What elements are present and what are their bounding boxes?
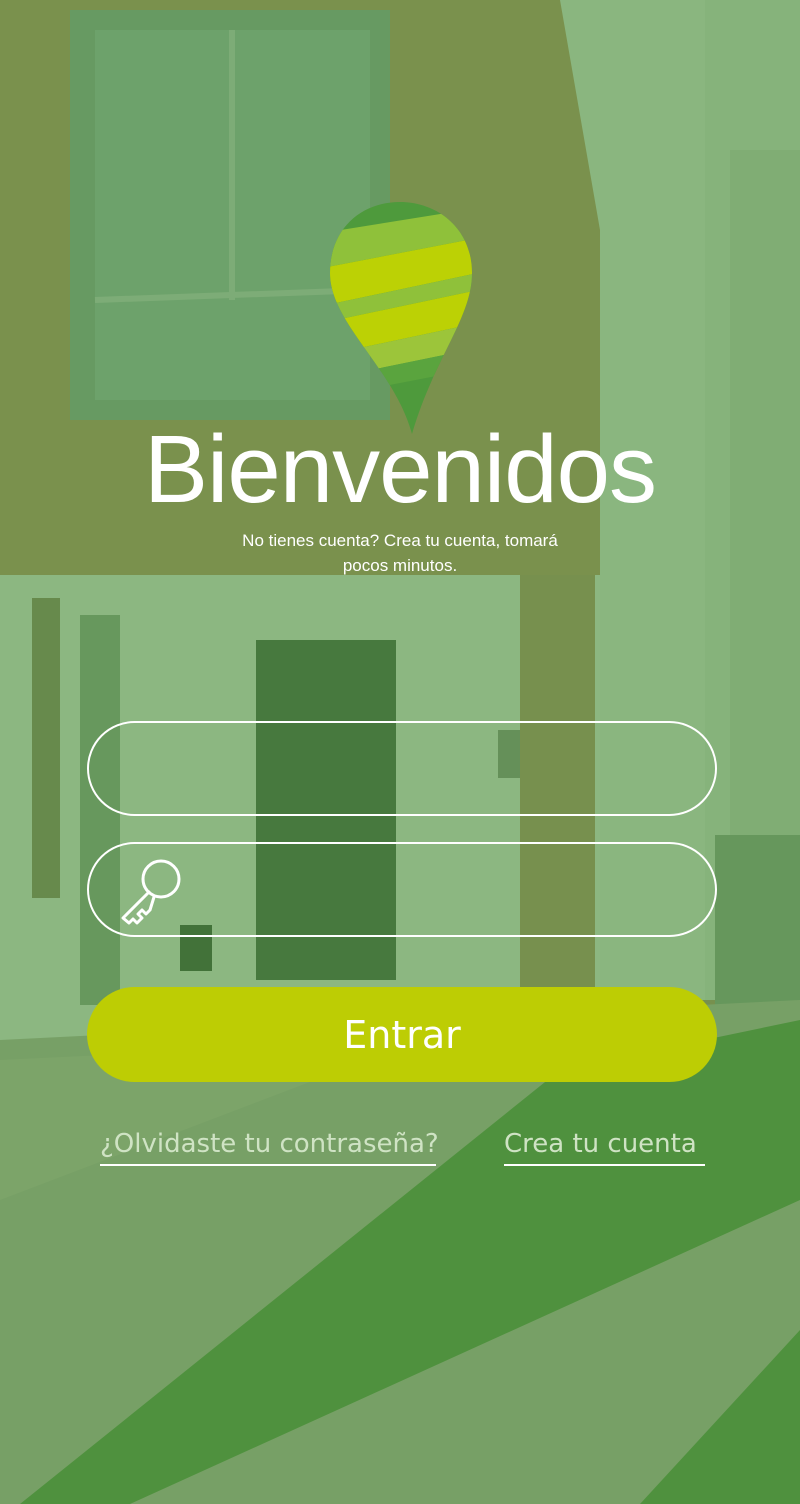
login-button[interactable]: Entrar: [87, 987, 717, 1082]
location-pin-logo-icon: [322, 198, 478, 434]
username-field[interactable]: [87, 721, 717, 816]
create-account-link[interactable]: Crea tu cuenta: [504, 1126, 705, 1166]
password-field[interactable]: [87, 842, 717, 937]
forgot-password-link[interactable]: ¿Olvidaste tu contraseña?: [100, 1126, 439, 1166]
password-input[interactable]: [199, 844, 685, 937]
key-icon: [115, 855, 185, 925]
username-input[interactable]: [129, 723, 685, 816]
page-subtitle: No tienes cuenta? Crea tu cuenta, tomará…: [242, 531, 558, 575]
page-title: Bienvenidos: [143, 416, 657, 523]
